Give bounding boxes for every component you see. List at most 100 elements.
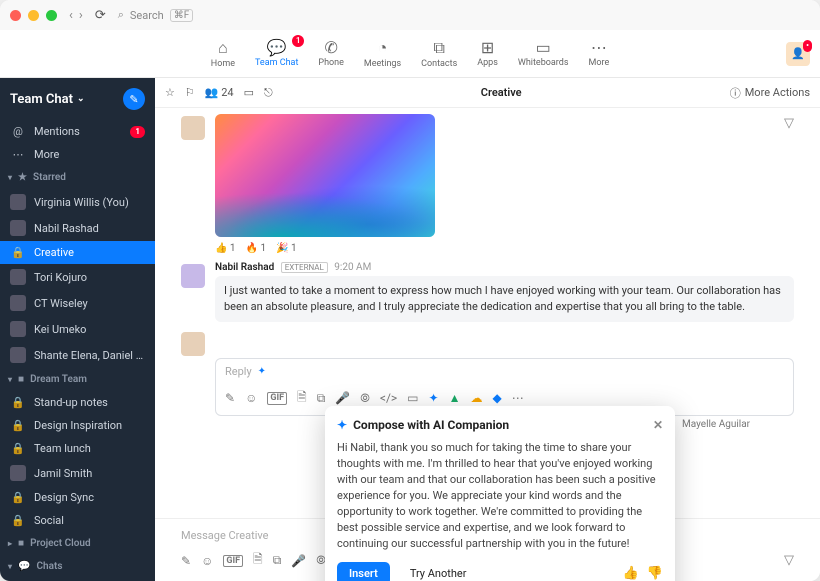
sidebar-mentions[interactable]: @ Mentions 1 (0, 120, 155, 143)
app-icon[interactable]: ◆ (492, 391, 501, 405)
sidebar-item[interactable]: Jamil Smith (0, 460, 155, 486)
screenshot-icon[interactable]: ⧉ (273, 553, 282, 568)
gif-icon[interactable]: GIF (267, 392, 287, 405)
global-search[interactable]: ⌕ Search ⌘F (118, 8, 194, 22)
members-icon[interactable]: 👥 24 (205, 86, 234, 99)
close-icon[interactable] (10, 10, 21, 21)
top-nav: ⌂Home 💬Team Chat1 ✆Phone ◔Meetings ⧉Contacts… (0, 30, 820, 78)
file-icon[interactable]: 🗎 (297, 388, 307, 409)
profile-avatar[interactable]: 👤• (786, 42, 810, 66)
topnav-whiteboards[interactable]: ▭Whiteboards (518, 38, 569, 69)
link-icon[interactable]: ⎋ (264, 86, 273, 100)
sidebar-item[interactable]: Tori Kojuro (0, 264, 155, 290)
close-icon[interactable]: ✕ (653, 418, 663, 432)
topnav-meetings[interactable]: ◔Meetings (364, 38, 401, 69)
format-icon[interactable]: ✎ (225, 391, 235, 405)
more-icon: ⋯ (10, 148, 26, 161)
format-icon[interactable]: ✎ (181, 554, 191, 568)
image-attachment[interactable] (215, 114, 435, 237)
try-another-button[interactable]: Try Another (398, 562, 479, 581)
sidebar-item-label: Design Inspiration (34, 419, 122, 432)
drive-icon[interactable]: ▲ (449, 391, 461, 405)
info-icon[interactable]: ⓘ (730, 85, 741, 101)
thumbs-down-icon[interactable]: 👎 (647, 566, 663, 581)
audio-icon[interactable]: 🎤 (335, 391, 350, 405)
sidebar-section-chats[interactable]: ▾💬Chats (0, 555, 155, 578)
avatar[interactable] (181, 264, 205, 288)
avatar[interactable] (181, 332, 205, 356)
screen-icon[interactable]: ▭ (407, 391, 418, 405)
sidebar-more[interactable]: ⋯ More (0, 143, 155, 166)
ai-draft-text: Hi Nabil, thank you so much for taking t… (337, 440, 663, 552)
lock-icon: 🔒 (10, 442, 26, 455)
sidebar-item-label: Virginia Willis (You) (34, 196, 129, 209)
thumbs-up-icon[interactable]: 👍 (623, 566, 639, 581)
cloud-icon[interactable]: ☁ (470, 391, 482, 405)
sidebar-item[interactable]: 🔒Team lunch (0, 437, 155, 460)
sidebar-item[interactable]: Kei Umeko (0, 316, 155, 342)
more-icon[interactable]: ⋯ (512, 391, 524, 405)
topnav-phone[interactable]: ✆Phone (318, 38, 344, 69)
sidebar-item[interactable]: Nabil Rashad (0, 215, 155, 241)
insert-button[interactable]: Insert (337, 562, 390, 581)
topnav-home[interactable]: ⌂Home (211, 38, 235, 69)
author-name[interactable]: Nabil Rashad (215, 262, 274, 273)
sidebar-item[interactable]: 🔒Design Inspiration (0, 414, 155, 437)
audio-icon[interactable]: 🎤 (291, 554, 306, 568)
sidebar-item[interactable]: 🔒Creative (0, 241, 155, 264)
channel-header: ☆ ⚐ 👥 24 ▭ ⎋ Creative ⓘ More Actions (155, 78, 820, 108)
filter-icon[interactable]: ▽ (784, 553, 794, 568)
forward-icon[interactable]: › (79, 8, 83, 23)
badge: 1 (292, 35, 305, 47)
sidebar-section-project-cloud[interactable]: ▸■Project Cloud (0, 532, 155, 555)
topnav-team-chat[interactable]: 💬Team Chat1 (255, 38, 298, 69)
refresh-icon[interactable]: ⟳ (95, 8, 106, 23)
ai-icon[interactable]: ✦ (429, 391, 439, 405)
reaction[interactable]: 🎉 1 (276, 243, 297, 254)
message: 👍 1 🔥 1 🎉 1 (181, 114, 794, 254)
topnav-contacts[interactable]: ⧉Contacts (421, 38, 457, 69)
video-icon[interactable]: ⦾ (360, 391, 370, 406)
sidebar-title[interactable]: Team Chat ⌄ (10, 92, 85, 107)
file-icon[interactable]: 🗎 (253, 550, 263, 571)
window-controls (10, 10, 57, 21)
screenshot-icon[interactable]: ⧉ (317, 391, 326, 406)
sidebar-item[interactable]: 🔒Social (0, 509, 155, 532)
ai-spark-icon[interactable]: ✦ (258, 366, 266, 377)
sidebar-item[interactable]: Virginia Willis (You) (0, 189, 155, 215)
star-icon[interactable]: ☆ (165, 86, 175, 99)
sidebar-item[interactable]: 🔒Stand-up notes (0, 391, 155, 414)
sidebar-section-dream-team[interactable]: ▾■Dream Team (0, 368, 155, 391)
sidebar-item[interactable]: 🔒Design Sync (0, 486, 155, 509)
topnav-apps[interactable]: ⊞Apps (477, 38, 498, 69)
more-actions-button[interactable]: More Actions (745, 86, 810, 99)
sidebar-section-starred[interactable]: ▾★Starred (0, 166, 155, 189)
topnav-more[interactable]: ⋯More (588, 38, 609, 69)
gif-icon[interactable]: GIF (223, 555, 243, 567)
reaction[interactable]: 🔥 1 (246, 243, 267, 254)
caret-icon: ▾ (8, 562, 12, 571)
new-message-button[interactable]: ✎ (123, 88, 145, 110)
filter-icon[interactable]: ▽ (784, 116, 794, 131)
reaction[interactable]: 👍 1 (215, 243, 236, 254)
history-nav: ‹ › (69, 8, 83, 23)
avatar (10, 347, 26, 363)
reply-input[interactable]: Reply ✦ (216, 359, 793, 384)
emoji-icon[interactable]: ☺ (245, 391, 257, 405)
sidebar-item-label: Social (34, 514, 64, 527)
avatar (10, 269, 26, 285)
sidebar-item[interactable]: Shante Elena, Daniel Bow… (0, 342, 155, 368)
sidebar-item-label: Shante Elena, Daniel Bow… (34, 349, 145, 362)
code-icon[interactable]: </> (380, 391, 397, 405)
video-icon[interactable]: ▭ (244, 86, 254, 99)
pin-icon[interactable]: ⚐ (185, 86, 195, 99)
reactions: 👍 1 🔥 1 🎉 1 (215, 243, 794, 254)
sidebar-item[interactable]: CT Wiseley (0, 290, 155, 316)
minimize-icon[interactable] (28, 10, 39, 21)
message-author: Mayelle Aguilar (682, 419, 750, 430)
back-icon[interactable]: ‹ (69, 8, 73, 23)
fullscreen-icon[interactable] (46, 10, 57, 21)
sidebar-item-label: Design Sync (34, 491, 94, 504)
avatar[interactable] (181, 116, 205, 140)
emoji-icon[interactable]: ☺ (201, 554, 213, 568)
